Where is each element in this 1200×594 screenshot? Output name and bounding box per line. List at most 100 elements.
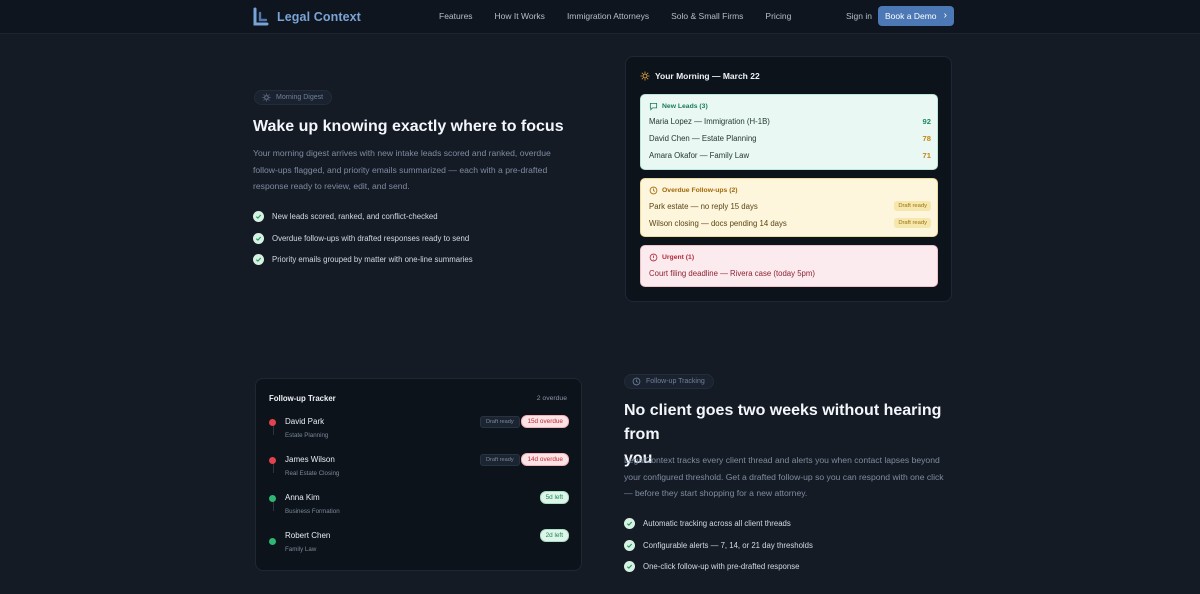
paragraph-line: LegalContext tracks every client thread …: [624, 455, 940, 465]
nav-link-pricing[interactable]: Pricing: [765, 11, 791, 21]
draft-ready-tag: Draft ready: [480, 416, 520, 428]
client-name: Robert Chen: [285, 531, 331, 540]
tracker-overdue-count: 2 overdue: [536, 395, 567, 402]
sign-in-link[interactable]: Sign in: [846, 11, 872, 21]
morning-digest-pill: Morning Digest: [254, 90, 333, 105]
box-title-label: Overdue Follow-ups (2): [662, 187, 738, 194]
check-item: Automatic tracking across all client thr…: [624, 518, 813, 529]
followup-row[interactable]: Wilson closing — docs pending 14 days Dr…: [649, 218, 931, 228]
morning-card-title: Your Morning — March 22: [655, 71, 760, 81]
nav-link-how-it-works[interactable]: How It Works: [495, 11, 545, 21]
overdue-followups-box: Overdue Follow-ups (2) Park estate — no …: [640, 178, 938, 237]
followups-title: Overdue Follow-ups (2): [649, 186, 738, 195]
tracker-title: Follow-up Tracker: [269, 394, 336, 403]
digest-paragraph: Your morning digest arrives with new int…: [253, 145, 593, 195]
status-badge: 5d left: [539, 491, 569, 504]
check-item-label: One-click follow-up with pre-drafted res…: [643, 562, 800, 571]
check-icon: [624, 561, 635, 572]
followup-label: Wilson closing — docs pending 14 days: [649, 218, 787, 228]
logo-icon: [253, 7, 269, 26]
check-item-label: New leads scored, ranked, and conflict-c…: [272, 212, 438, 221]
check-icon: [624, 518, 635, 529]
check-icon: [253, 254, 264, 265]
check-icon: [253, 232, 264, 244]
client-name: James Wilson: [285, 455, 335, 464]
lead-label: Maria Lopez — Immigration (H-1B): [649, 117, 770, 126]
lead-score: 92: [922, 117, 931, 126]
chat-icon: [649, 102, 658, 111]
client-name: Anna Kim: [285, 493, 320, 502]
check-item: Configurable alerts — 7, 14, or 21 day t…: [624, 539, 813, 551]
clock-icon: [632, 377, 641, 386]
chevron-right-icon: ›: [943, 10, 947, 21]
matter-type: Business Formation: [285, 508, 340, 515]
paragraph-line: — before they start shopping for a new a…: [624, 488, 808, 498]
lead-label: David Chen — Estate Planning: [649, 134, 757, 143]
check-icon: [624, 539, 635, 551]
check-item-label: Overdue follow-ups with drafted response…: [272, 233, 470, 243]
matter-type: Real Estate Closing: [285, 470, 340, 477]
status-dot: [269, 495, 276, 502]
new-leads-box: New Leads (3) Maria Lopez — Immigration …: [640, 94, 938, 170]
alert-icon: [649, 253, 658, 262]
pill-label: Morning Digest: [276, 94, 324, 101]
check-item-label: Priority emails grouped by matter with o…: [272, 255, 473, 264]
check-item: New leads scored, ranked, and conflict-c…: [253, 211, 473, 222]
book-demo-button[interactable]: Book a Demo ›: [878, 6, 954, 26]
tracker-row[interactable]: Anna Kim Business Formation 5d left: [269, 491, 569, 523]
draft-ready-tag: Draft ready: [894, 201, 931, 211]
top-nav: Legal Context Features How It Works Immi…: [0, 0, 1200, 34]
check-item: Overdue follow-ups with drafted response…: [253, 232, 473, 244]
status-dot: [269, 457, 276, 464]
paragraph-line: follow-ups flagged, and priority emails …: [253, 164, 548, 175]
lead-row[interactable]: Maria Lopez — Immigration (H-1B) 92: [649, 117, 931, 126]
box-title-label: New Leads (3): [662, 103, 708, 110]
new-leads-title: New Leads (3): [649, 102, 708, 111]
heading-line: No client goes two weeks without hearing…: [624, 402, 942, 443]
sun-icon: [262, 93, 271, 102]
lead-label: Amara Okafor — Family Law: [649, 151, 750, 160]
followup-tracker-card: Follow-up Tracker 2 overdue David Park E…: [255, 378, 582, 571]
status-badge: 14d overdue: [521, 453, 569, 466]
box-title-label: Urgent (1): [662, 254, 695, 261]
nav-link-features[interactable]: Features: [439, 11, 473, 21]
nav-link-immigration[interactable]: Immigration Attorneys: [567, 11, 649, 21]
followup-label: Park estate — no reply 15 days: [649, 201, 758, 211]
lead-row[interactable]: Amara Okafor — Family Law 71: [649, 151, 931, 160]
lead-score: 71: [922, 151, 931, 160]
followup-tracking-pill: Follow-up Tracking: [624, 374, 714, 389]
pill-label: Follow-up Tracking: [646, 378, 705, 385]
brand-logo[interactable]: Legal Context: [252, 7, 361, 27]
check-item-label: Automatic tracking across all client thr…: [643, 519, 791, 528]
book-demo-label: Book a Demo: [885, 11, 937, 21]
followup-row[interactable]: Park estate — no reply 15 days Draft rea…: [649, 201, 931, 211]
urgent-label: Court filing deadline — Rivera case (tod…: [649, 269, 815, 278]
digest-check-list: New leads scored, ranked, and conflict-c…: [253, 211, 473, 276]
tracker-row[interactable]: David Park Estate Planning Draft ready 1…: [269, 415, 569, 447]
digest-heading: Wake up knowing exactly where to focus: [253, 118, 564, 135]
tracker-row[interactable]: Robert Chen Family Law 2d left: [269, 529, 569, 561]
urgent-row[interactable]: Court filing deadline — Rivera case (tod…: [649, 269, 931, 278]
morning-card-header: Your Morning — March 22: [640, 71, 760, 81]
check-item: One-click follow-up with pre-drafted res…: [624, 561, 813, 572]
status-badge: 2d left: [539, 529, 569, 542]
status-dot: [269, 419, 276, 426]
sun-icon: [640, 71, 650, 81]
paragraph-line: Your morning digest arrives with new int…: [253, 148, 551, 158]
lead-row[interactable]: David Chen — Estate Planning 78: [649, 134, 931, 143]
tracking-paragraph: LegalContext tracks every client thread …: [624, 452, 969, 502]
nav-links: Features How It Works Immigration Attorn…: [439, 11, 813, 21]
clock-icon: [649, 186, 658, 195]
paragraph-line: your configured threshold. Get a drafted…: [624, 471, 944, 482]
nav-link-solo-small-firms[interactable]: Solo & Small Firms: [671, 11, 743, 21]
urgent-title: Urgent (1): [649, 253, 694, 262]
urgent-box: Urgent (1) Court filing deadline — River…: [640, 245, 938, 287]
client-name: David Park: [285, 417, 325, 426]
matter-type: Estate Planning: [285, 432, 329, 439]
brand-name: Legal Context: [277, 10, 361, 24]
tracking-check-list: Automatic tracking across all client thr…: [624, 518, 813, 583]
tracker-row[interactable]: James Wilson Real Estate Closing Draft r…: [269, 453, 569, 485]
draft-ready-tag: Draft ready: [894, 218, 931, 228]
matter-type: Family Law: [285, 546, 317, 553]
check-item: Priority emails grouped by matter with o…: [253, 254, 473, 265]
